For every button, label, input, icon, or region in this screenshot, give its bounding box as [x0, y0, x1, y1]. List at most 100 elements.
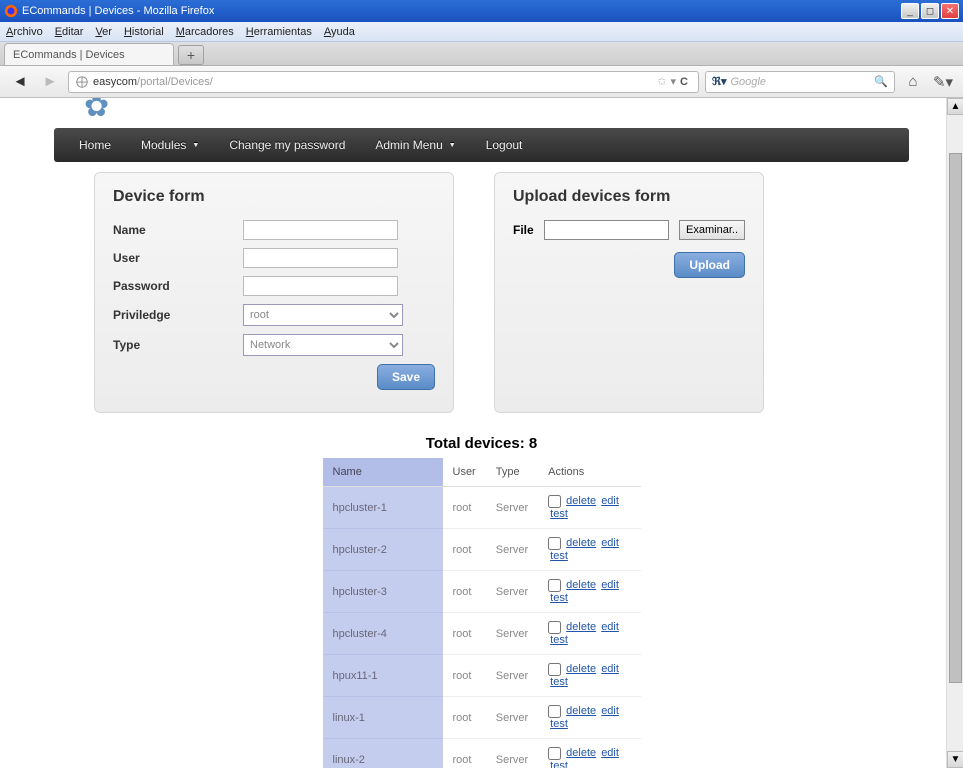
edit-link[interactable]: edit — [601, 495, 619, 507]
test-link[interactable]: test — [550, 760, 568, 768]
user-label: User — [113, 251, 243, 265]
test-link[interactable]: test — [550, 676, 568, 688]
test-link[interactable]: test — [550, 508, 568, 520]
cell-user: root — [443, 487, 486, 529]
test-link[interactable]: test — [550, 634, 568, 646]
reload-button[interactable]: C — [680, 76, 688, 88]
minimize-button[interactable]: _ — [901, 3, 919, 19]
cell-type: Server — [486, 655, 538, 697]
type-label: Type — [113, 338, 243, 352]
url-domain: easycom — [93, 76, 137, 88]
tab-title: ECommands | Devices — [13, 49, 125, 61]
file-path-display — [544, 220, 669, 240]
th-type[interactable]: Type — [486, 458, 538, 487]
nav-modules[interactable]: Modules▼ — [126, 128, 214, 162]
upload-button[interactable]: Upload — [674, 252, 745, 278]
browse-button[interactable]: Examinar.. — [679, 220, 745, 240]
edit-link[interactable]: edit — [601, 579, 619, 591]
table-row: hpcluster-4rootServerdelete edit test — [323, 613, 641, 655]
firefox-icon — [4, 4, 18, 18]
row-checkbox[interactable] — [548, 621, 561, 634]
url-input[interactable]: easycom/portal/Devices/ ✩ ▾ C — [68, 71, 699, 93]
google-icon: ℜ▾ — [712, 75, 726, 88]
forward-button[interactable]: ► — [38, 70, 62, 94]
bookmarks-button[interactable]: ✎▾ — [931, 70, 955, 94]
edit-link[interactable]: edit — [601, 705, 619, 717]
cell-actions: delete edit test — [538, 655, 640, 697]
menu-editar[interactable]: Editar — [55, 26, 84, 38]
row-checkbox[interactable] — [548, 579, 561, 592]
cell-name: linux-1 — [323, 697, 443, 739]
scroll-thumb[interactable] — [949, 153, 962, 683]
browser-tab[interactable]: ECommands | Devices — [4, 43, 174, 65]
cell-user: root — [443, 613, 486, 655]
cell-user: root — [443, 655, 486, 697]
th-name[interactable]: Name — [323, 458, 443, 487]
name-label: Name — [113, 223, 243, 237]
nav-logout[interactable]: Logout — [471, 128, 538, 162]
delete-link[interactable]: delete — [566, 537, 596, 549]
feed-icon[interactable]: ✩ — [657, 75, 666, 88]
menu-marcadores[interactable]: Marcadores — [176, 26, 234, 38]
row-checkbox[interactable] — [548, 495, 561, 508]
dropdown-icon[interactable]: ▾ — [671, 75, 677, 88]
edit-link[interactable]: edit — [601, 621, 619, 633]
scroll-down-button[interactable]: ▼ — [947, 751, 963, 768]
scroll-up-button[interactable]: ▲ — [947, 98, 963, 115]
table-row: hpux11-1rootServerdelete edit test — [323, 655, 641, 697]
delete-link[interactable]: delete — [566, 663, 596, 675]
total-devices-label: Total devices: 8 — [54, 435, 909, 452]
row-checkbox[interactable] — [548, 747, 561, 760]
nav-change-password[interactable]: Change my password — [214, 128, 360, 162]
privilege-label: Priviledge — [113, 308, 243, 322]
type-select[interactable]: Network — [243, 334, 403, 356]
delete-link[interactable]: delete — [566, 495, 596, 507]
menu-ayuda[interactable]: Ayuda — [324, 26, 355, 38]
test-link[interactable]: test — [550, 550, 568, 562]
search-input[interactable]: ℜ▾ Google 🔍 — [705, 71, 895, 93]
vertical-scrollbar[interactable]: ▲ ▼ — [946, 98, 963, 768]
tab-bar: ECommands | Devices + — [0, 42, 963, 66]
test-link[interactable]: test — [550, 718, 568, 730]
edit-link[interactable]: edit — [601, 537, 619, 549]
nav-home[interactable]: Home — [64, 128, 126, 162]
maximize-button[interactable]: ◻ — [921, 3, 939, 19]
row-checkbox[interactable] — [548, 663, 561, 676]
delete-link[interactable]: delete — [566, 579, 596, 591]
close-button[interactable]: ✕ — [941, 3, 959, 19]
cell-actions: delete edit test — [538, 613, 640, 655]
viewport: ✿ Home Modules▼ Change my password Admin… — [0, 98, 963, 768]
menu-ver[interactable]: Ver — [95, 26, 112, 38]
upload-form-title: Upload devices form — [513, 188, 745, 206]
privilege-select[interactable]: root — [243, 304, 403, 326]
nav-admin-menu[interactable]: Admin Menu▼ — [360, 128, 470, 162]
row-checkbox[interactable] — [548, 705, 561, 718]
search-go-icon[interactable]: 🔍 — [874, 75, 888, 88]
logo: ✿ — [54, 98, 909, 128]
edit-link[interactable]: edit — [601, 663, 619, 675]
delete-link[interactable]: delete — [566, 621, 596, 633]
chevron-down-icon: ▼ — [449, 142, 456, 149]
menu-archivo[interactable]: Archivo — [6, 26, 43, 38]
menu-historial[interactable]: Historial — [124, 26, 164, 38]
delete-link[interactable]: delete — [566, 705, 596, 717]
menu-herramientas[interactable]: Herramientas — [246, 26, 312, 38]
th-user[interactable]: User — [443, 458, 486, 487]
home-button[interactable]: ⌂ — [901, 70, 925, 94]
new-tab-button[interactable]: + — [178, 45, 204, 65]
browser-menubar: Archivo Editar Ver Historial Marcadores … — [0, 22, 963, 42]
save-button[interactable]: Save — [377, 364, 435, 390]
back-button[interactable]: ◄ — [8, 70, 32, 94]
test-link[interactable]: test — [550, 592, 568, 604]
row-checkbox[interactable] — [548, 537, 561, 550]
cell-name: hpcluster-4 — [323, 613, 443, 655]
edit-link[interactable]: edit — [601, 747, 619, 759]
password-input[interactable] — [243, 276, 398, 296]
delete-link[interactable]: delete — [566, 747, 596, 759]
table-row: linux-2rootServerdelete edit test — [323, 739, 641, 768]
search-placeholder: Google — [730, 76, 765, 88]
name-input[interactable] — [243, 220, 398, 240]
user-input[interactable] — [243, 248, 398, 268]
cell-user: root — [443, 571, 486, 613]
table-row: hpcluster-3rootServerdelete edit test — [323, 571, 641, 613]
